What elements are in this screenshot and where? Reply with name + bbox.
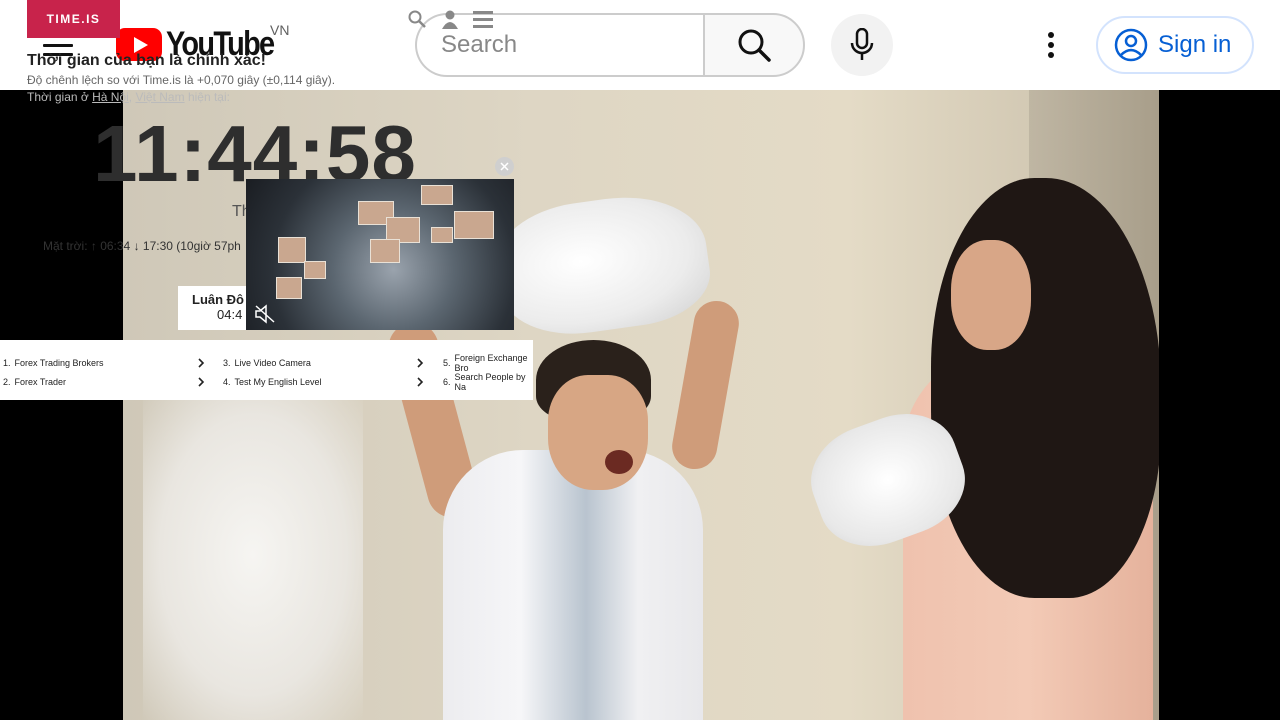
ad-links-strip: 1. Forex Trading Brokers 2. Forex Trader 3… <box>0 340 533 400</box>
video-frame-figure <box>605 450 633 474</box>
ad-video-tile <box>278 237 306 263</box>
ad-link[interactable]: 2. Forex Trader <box>3 375 66 389</box>
close-icon[interactable] <box>495 157 514 176</box>
magnifier-icon[interactable] <box>407 9 427 29</box>
mute-icon[interactable] <box>254 304 276 324</box>
ad-video-tile <box>304 261 326 279</box>
location-city-link[interactable]: Hà Nội <box>92 90 129 104</box>
ad-link-label: Live Video Camera <box>234 358 311 368</box>
chevron-right-icon[interactable] <box>196 358 206 368</box>
chevron-right-icon[interactable] <box>196 377 206 387</box>
ad-link-number: 2. <box>3 377 11 387</box>
video-frame-blur <box>143 390 363 720</box>
location-prefix: Thời gian ở <box>27 90 93 104</box>
ad-link-number: 4. <box>223 377 231 387</box>
video-frame-figure <box>931 178 1159 598</box>
ad-link[interactable]: 1. Forex Trading Brokers <box>3 356 104 370</box>
video-frame-figure <box>548 375 648 490</box>
ad-link-label: Forex Trading Brokers <box>14 358 104 368</box>
mic-icon <box>850 28 874 60</box>
location-suffix: hiện tại: <box>184 90 230 104</box>
ad-link[interactable]: 6. Search People by Na <box>443 372 533 392</box>
ad-link[interactable]: 3. Live Video Camera <box>223 356 311 370</box>
ad-link-label: Search People by Na <box>454 372 526 392</box>
ad-video-tile <box>421 185 453 205</box>
timeis-difference: Độ chênh lệch so với Time.is là +0,070 g… <box>27 73 336 87</box>
page: YouTube VN Sign in <box>0 0 1280 720</box>
ad-link-number: 1. <box>3 358 11 368</box>
chevron-right-icon[interactable] <box>415 377 425 387</box>
ad-link-label: Foreign Exchange Bro <box>454 353 528 373</box>
ad-video-tile <box>370 239 400 263</box>
ad-link[interactable]: 5. Foreign Exchange Bro <box>443 353 533 373</box>
more-vert-icon[interactable] <box>1036 28 1066 62</box>
close-x <box>500 162 509 171</box>
ad-link-label: Forex Trader <box>14 377 67 387</box>
location-country-link[interactable]: Việt Nam <box>135 90 184 104</box>
chevron-right-icon[interactable] <box>415 358 425 368</box>
video-frame-figure <box>951 240 1031 350</box>
ad-video-tile <box>454 211 494 239</box>
ad-link-number: 3. <box>223 358 231 368</box>
search-icon <box>738 29 771 62</box>
ad-video-tile <box>276 277 302 299</box>
timeis-toolbar <box>407 9 493 29</box>
search-button[interactable] <box>703 13 805 77</box>
ad-video-player[interactable] <box>246 179 514 330</box>
menu-icon[interactable] <box>473 10 493 28</box>
timeis-brand-tab[interactable]: TIME.IS <box>27 0 120 38</box>
video-frame-figure <box>443 450 703 720</box>
ad-link-label: Test My English Level <box>234 377 322 387</box>
sign-in-button[interactable]: Sign in <box>1096 16 1254 74</box>
timeis-location: Thời gian ở Hà Nội, Việt Nam hiện tại: <box>27 90 230 104</box>
voice-search-button[interactable] <box>831 14 893 76</box>
ad-link-number: 5. <box>443 358 451 368</box>
ad-video-tile <box>431 227 453 243</box>
timeis-sun-info: Mặt trời: ↑ 06:34 ↓ 17:30 (10giờ 57ph <box>43 239 241 253</box>
account-icon <box>1114 28 1148 62</box>
ad-link-number: 6. <box>443 377 451 387</box>
user-icon[interactable] <box>441 9 459 29</box>
sign-in-label: Sign in <box>1158 31 1232 58</box>
timeis-headline: Thời gian của bạn là chính xác! <box>27 52 266 69</box>
ad-link[interactable]: 4. Test My English Level <box>223 375 322 389</box>
